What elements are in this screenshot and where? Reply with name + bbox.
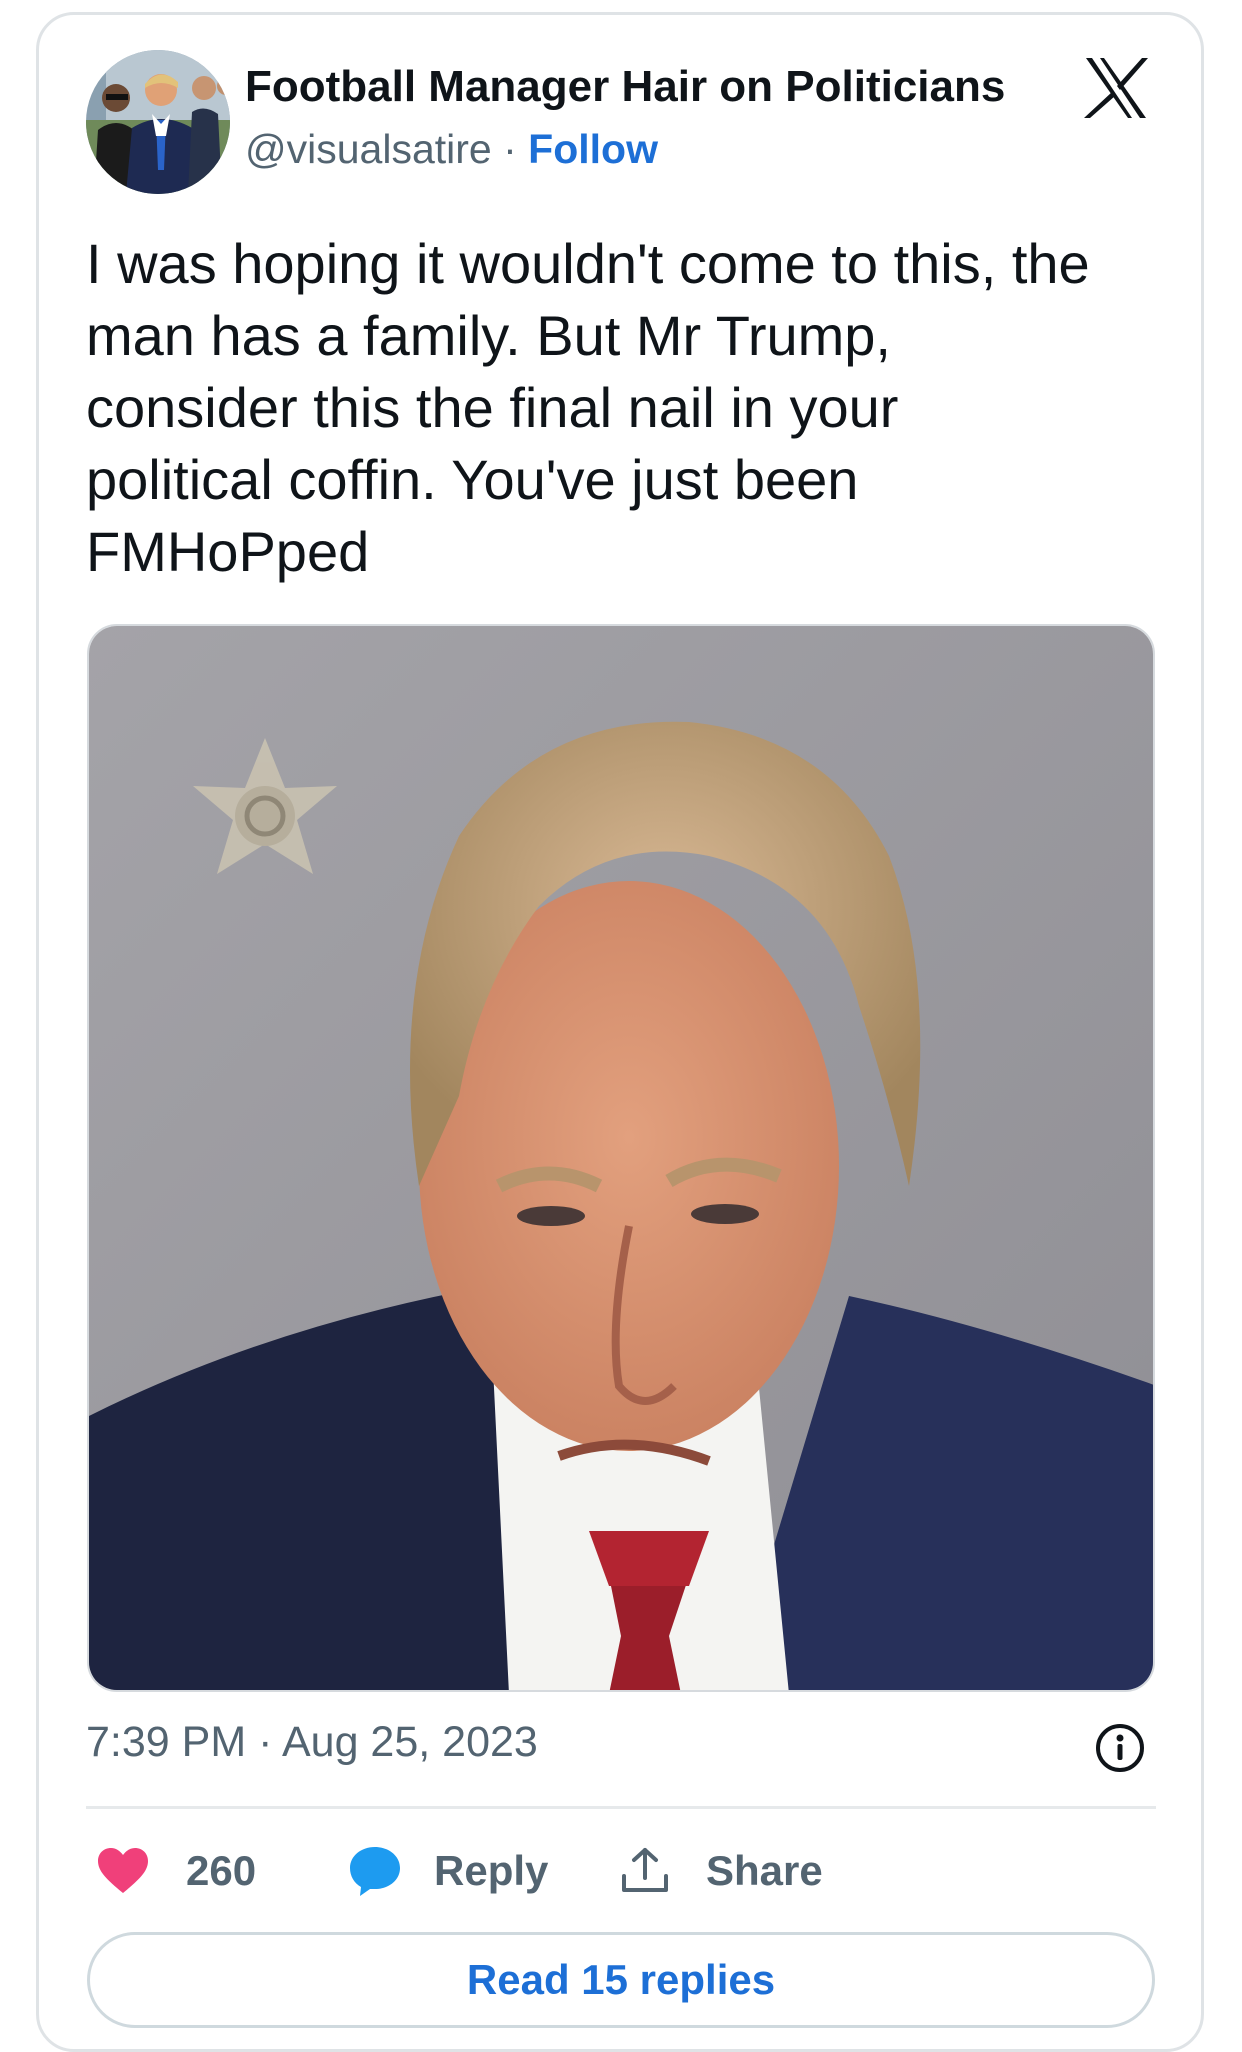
author-handle-row: @visualsatire · Follow [245,126,658,173]
heart-icon [98,1848,148,1893]
reply-label: Reply [434,1847,549,1894]
follow-button[interactable]: Follow [528,126,658,172]
like-count: 260 [186,1847,257,1894]
tweet-timestamp[interactable]: 7:39 PM · Aug 25, 2023 [86,1718,538,1767]
mugshot-photo [89,626,1153,1690]
share-label: Share [706,1847,823,1894]
tweet-text: I was hoping it wouldn't come to this, t… [86,232,1090,583]
tweet-media[interactable] [87,624,1155,1692]
handle-separator: · [503,126,517,172]
share-button[interactable]: Share [620,1840,823,1902]
reply-button[interactable]: Reply [348,1840,548,1902]
author-handle[interactable]: @visualsatire [245,126,492,172]
x-logo-icon[interactable] [1082,54,1150,122]
avatar-photo [86,50,230,194]
info-icon[interactable] [1094,1722,1146,1774]
read-replies-button[interactable]: Read 15 replies [87,1932,1155,2028]
divider [86,1806,1156,1809]
reply-bubble-icon [350,1847,400,1896]
author-display-name[interactable]: Football Manager Hair on Politicians [245,62,1005,112]
like-button[interactable]: 260 [96,1840,256,1902]
share-icon [622,1848,668,1892]
author-avatar[interactable] [86,50,230,194]
